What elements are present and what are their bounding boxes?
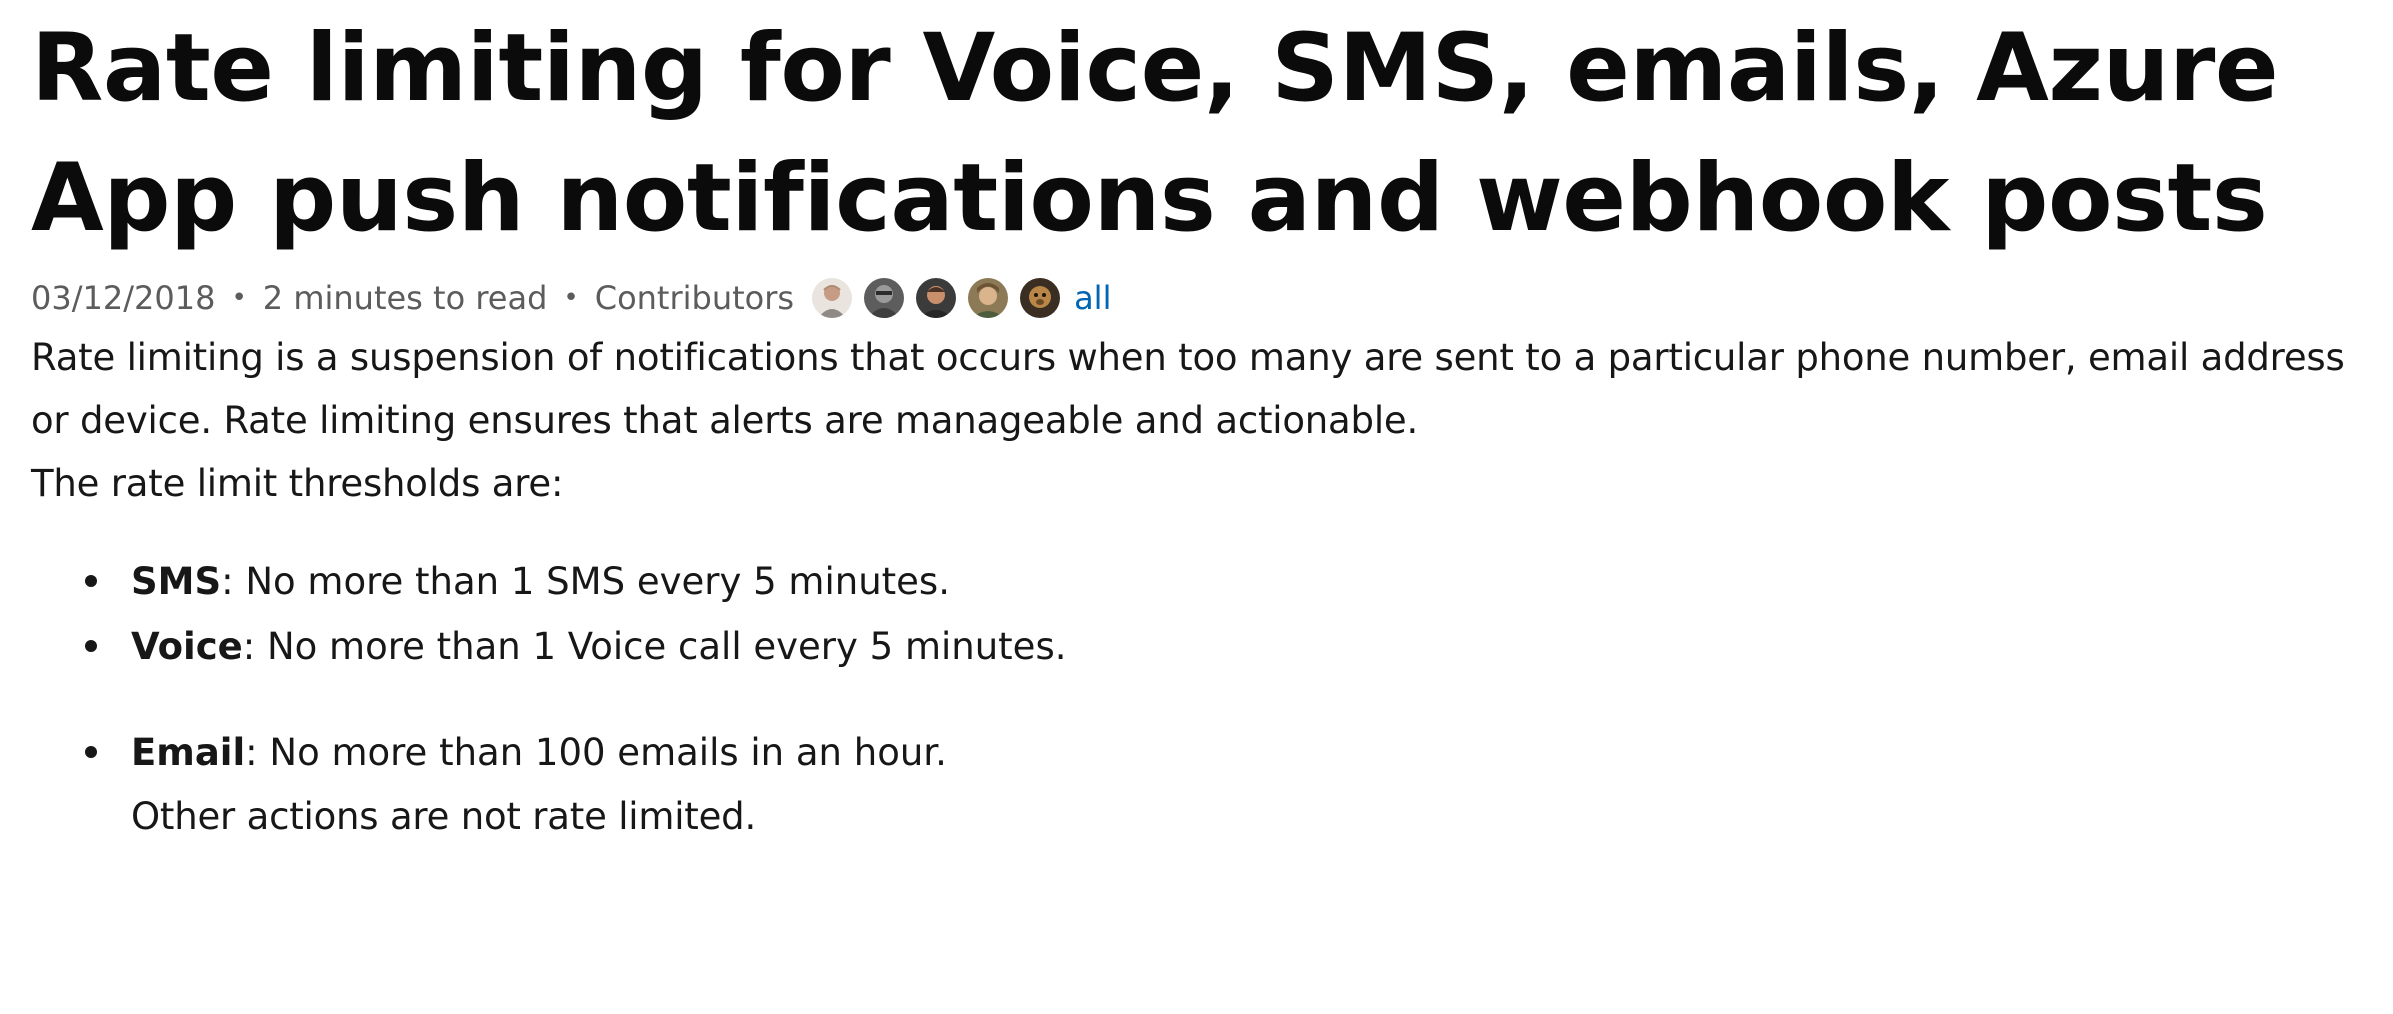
bullet-icon: [85, 640, 97, 652]
list-item-email: Email: No more than 100 emails in an hou…: [85, 720, 2371, 785]
limit-text: : No more than 1 SMS every 5 minutes.: [221, 560, 950, 603]
metadata-separator: •: [231, 283, 247, 313]
bullet-icon: [85, 746, 97, 758]
contributor-avatar-icon[interactable]: [916, 278, 957, 318]
limit-text: : No more than 100 emails in an hour.: [245, 731, 947, 774]
intro-paragraph: Rate limiting is a suspension of notific…: [31, 336, 2345, 442]
bullet-icon: [85, 575, 97, 587]
rate-limit-note: Other actions are not rate limited.: [131, 795, 757, 838]
list-item-sms: SMS: No more than 1 SMS every 5 minutes.: [85, 549, 2371, 614]
metadata-separator: •: [563, 283, 579, 313]
contributor-avatar-icon[interactable]: [812, 278, 853, 318]
all-contributors-link[interactable]: all: [1074, 279, 1111, 317]
limit-term: Email: [131, 731, 246, 774]
article: Rate limiting for Voice, SMS, emails, Az…: [31, 0, 2371, 848]
article-date: 03/12/2018: [31, 279, 216, 317]
contributor-avatar-icon[interactable]: [864, 278, 905, 318]
read-time: 2 minutes to read: [262, 279, 548, 317]
contributors-label: Contributors: [594, 279, 795, 317]
article-metadata: 03/12/2018 • 2 minutes to read • Contrib…: [31, 270, 2371, 326]
rate-limit-list: SMS: No more than 1 SMS every 5 minutes.…: [31, 549, 2371, 785]
thresholds-intro: The rate limit thresholds are:: [31, 462, 564, 505]
limit-term: SMS: [131, 560, 222, 603]
list-item-voice: Voice: No more than 1 Voice call every 5…: [85, 614, 2371, 679]
contributor-avatars: [812, 278, 1072, 318]
contributor-avatar-icon[interactable]: [1020, 278, 1061, 318]
limit-text: : No more than 1 Voice call every 5 minu…: [242, 625, 1067, 668]
page-title: Rate limiting for Voice, SMS, emails, Az…: [31, 14, 2279, 253]
limit-term: Voice: [131, 625, 243, 668]
contributor-avatar-icon[interactable]: [968, 278, 1009, 318]
